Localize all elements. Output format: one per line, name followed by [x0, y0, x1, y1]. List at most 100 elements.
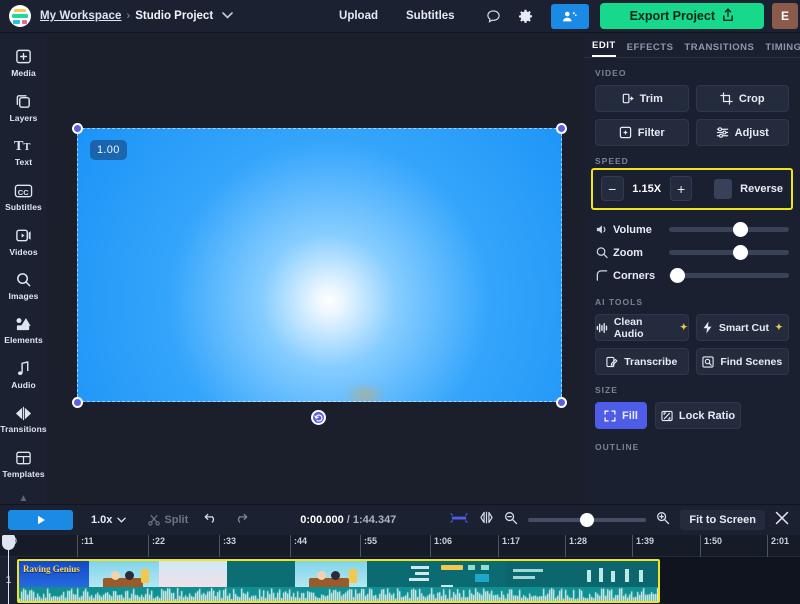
smart-cut-button[interactable]: Smart Cut ✦ — [696, 314, 790, 341]
corner-radius-icon — [595, 269, 613, 282]
breadcrumb-workspace[interactable]: My Workspace — [40, 10, 122, 22]
timeline-clip[interactable]: Raving Genius — [17, 559, 660, 603]
left-sidebar: Media Layers TT Text CC Subtitles Videos… — [0, 33, 47, 504]
collaborate-button[interactable] — [551, 4, 589, 29]
find-scenes-button[interactable]: Find Scenes — [696, 348, 790, 375]
bolt-icon — [702, 321, 713, 334]
redo-icon — [234, 512, 248, 524]
ruler-tick: 1:17 — [498, 535, 520, 557]
marker-icon[interactable] — [449, 511, 469, 529]
subtitles-button[interactable]: Subtitles — [392, 0, 469, 33]
sidebar-item-media[interactable]: Media — [0, 41, 47, 86]
resize-handle-top-right[interactable] — [556, 123, 567, 134]
close-icon[interactable] — [775, 511, 789, 530]
sidebar-item-transitions[interactable]: Transitions — [0, 398, 47, 443]
rotate-handle[interactable] — [311, 410, 326, 425]
button-label: Fill — [622, 410, 638, 422]
corners-slider-track[interactable] — [669, 273, 789, 278]
chevron-down-icon[interactable] — [222, 11, 233, 21]
svg-text:T: T — [14, 139, 24, 155]
volume-slider-track[interactable] — [669, 227, 789, 232]
sidebar-item-subtitles[interactable]: CC Subtitles — [0, 175, 47, 220]
timeline-ruler[interactable]: 0 :11 :22 :33 :44 :55 1:06 1:17 1:28 1:3… — [0, 535, 800, 557]
filter-button[interactable]: Filter — [595, 119, 689, 146]
section-title-video: VIDEO — [595, 68, 800, 78]
resize-handle-bottom-right[interactable] — [556, 397, 567, 408]
redo-button[interactable] — [234, 511, 248, 529]
fit-to-screen-button[interactable]: Fit to Screen — [680, 510, 765, 530]
sidebar-item-images[interactable]: Images — [0, 264, 47, 309]
timeline-zoom-slider[interactable] — [528, 518, 646, 522]
speed-decrease-button[interactable]: − — [601, 176, 624, 201]
lock-ratio-icon — [661, 410, 673, 422]
button-label: Crop — [739, 93, 765, 105]
workspace-logo-icon[interactable] — [9, 5, 31, 27]
playhead[interactable] — [8, 535, 9, 604]
timeline-zoom-knob[interactable] — [580, 513, 594, 527]
transcribe-button[interactable]: Transcribe — [595, 348, 689, 375]
tab-timing[interactable]: TIMING — [765, 42, 800, 57]
tab-transitions[interactable]: TRANSITIONS — [684, 42, 754, 57]
fill-button[interactable]: Fill — [595, 402, 647, 429]
ruler-tick: :33 — [219, 535, 236, 557]
export-label: Export Project — [630, 9, 715, 23]
layers-icon — [15, 93, 32, 110]
timeline-tracks: 1 Raving Genius — [0, 557, 800, 604]
zoom-slider-track[interactable] — [669, 250, 789, 255]
reverse-checkbox[interactable] — [714, 179, 732, 199]
sidebar-scroll-up-icon[interactable]: ▲ — [19, 493, 29, 504]
sidebar-item-audio[interactable]: Audio — [0, 353, 47, 398]
gear-icon[interactable] — [513, 3, 539, 29]
sidebar-item-videos[interactable]: Videos — [0, 219, 47, 264]
zoom-in-icon[interactable] — [656, 511, 670, 530]
speed-control-group: − 1.15X + Reverse — [591, 168, 793, 210]
tab-effects[interactable]: EFFECTS — [627, 42, 674, 57]
clean-audio-button[interactable]: Clean Audio ✦ — [595, 314, 689, 341]
avatar[interactable]: E — [772, 3, 798, 29]
playhead-handle[interactable] — [2, 535, 15, 550]
sidebar-item-text[interactable]: TT Text — [0, 130, 47, 175]
zoom-slider-knob[interactable] — [733, 245, 748, 260]
split-label: Split — [164, 514, 188, 526]
trim-button[interactable]: Trim — [595, 85, 689, 112]
adjust-button[interactable]: Adjust — [696, 119, 790, 146]
keyframe-icon[interactable] — [479, 511, 494, 529]
undo-icon — [204, 512, 218, 524]
resize-handle-bottom-left[interactable] — [72, 397, 83, 408]
video-icon — [15, 227, 32, 244]
resize-handle-top-left[interactable] — [72, 123, 83, 134]
current-time: 0:00.000 — [300, 514, 343, 526]
share-icon — [722, 8, 734, 25]
corners-slider-knob[interactable] — [670, 268, 685, 283]
panel-tab-bar: EDIT EFFECTS TRANSITIONS TIMING — [584, 33, 800, 58]
size-button-row: Fill Lock Ratio — [584, 402, 800, 429]
crop-icon — [720, 92, 733, 105]
ruler-tick: :22 — [148, 535, 165, 557]
sidebar-item-label: Transitions — [0, 424, 46, 434]
tab-edit[interactable]: EDIT — [592, 40, 616, 57]
sidebar-item-layers[interactable]: Layers — [0, 86, 47, 131]
undo-button[interactable] — [204, 511, 218, 529]
comment-icon[interactable] — [481, 3, 507, 29]
text-icon: TT — [14, 137, 33, 154]
transcribe-icon — [606, 356, 618, 368]
export-project-button[interactable]: Export Project — [600, 3, 764, 29]
sidebar-item-templates[interactable]: Templates — [0, 442, 47, 487]
timecode-display: 0:00.000 / 1:44.347 — [300, 514, 396, 526]
crop-button[interactable]: Crop — [696, 85, 790, 112]
sidebar-item-elements[interactable]: Elements — [0, 309, 47, 354]
split-button[interactable]: Split — [148, 514, 188, 526]
volume-label: Volume — [613, 224, 669, 236]
video-preview-canvas[interactable] — [77, 128, 562, 402]
zoom-out-icon[interactable] — [504, 511, 518, 530]
zoom-icon — [595, 246, 613, 259]
sparkle-icon: ✦ — [680, 322, 688, 333]
volume-slider-knob[interactable] — [733, 222, 748, 237]
playback-rate-select[interactable]: 1.0x — [91, 514, 126, 526]
play-button[interactable] — [8, 510, 73, 530]
speed-increase-button[interactable]: + — [670, 176, 693, 201]
upload-button[interactable]: Upload — [325, 0, 392, 33]
lock-ratio-button[interactable]: Lock Ratio — [655, 402, 741, 429]
ruler-tick: 1:28 — [565, 535, 587, 557]
split-icon — [148, 514, 160, 526]
